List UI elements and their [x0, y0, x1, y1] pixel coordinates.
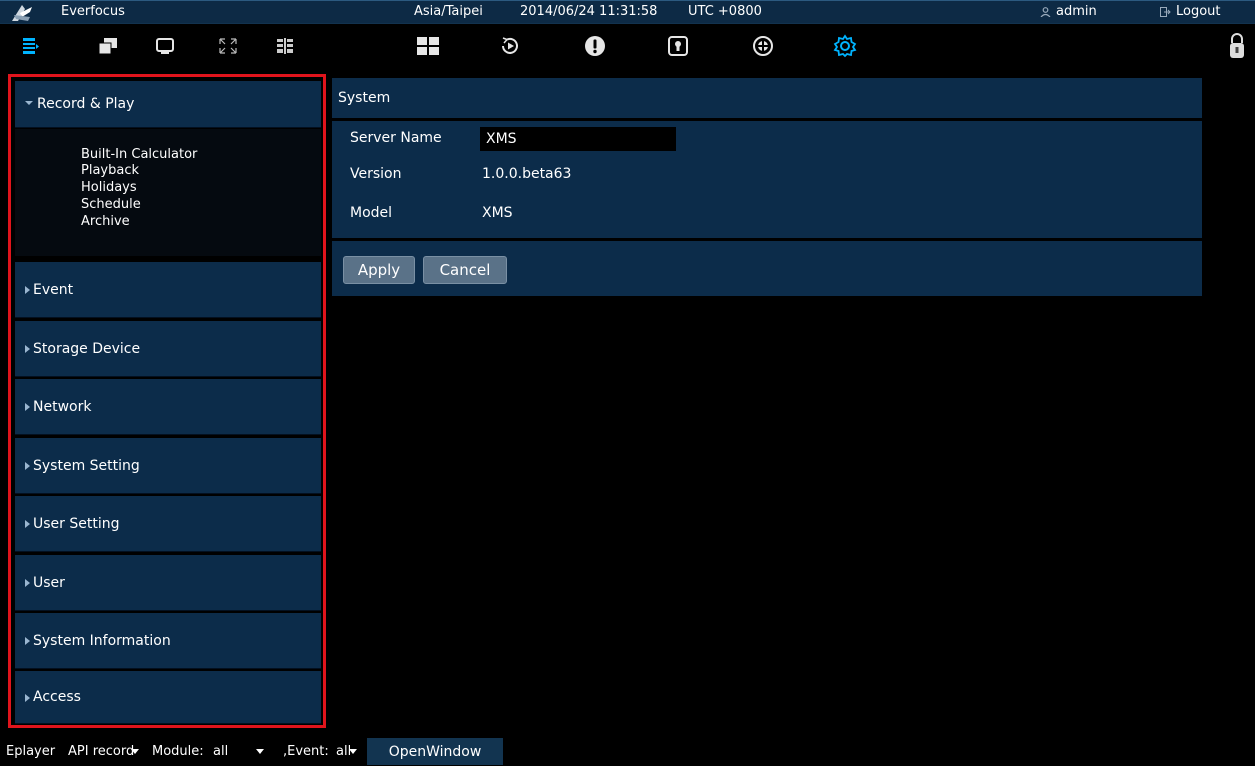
sidebar-item-access[interactable]: Access [15, 671, 321, 724]
action-bar: Apply Cancel [332, 241, 1202, 296]
layout-button[interactable] [272, 34, 298, 58]
server-name-input[interactable] [480, 127, 676, 151]
collapsed-arrow-icon [25, 345, 30, 353]
lock-button[interactable] [665, 34, 691, 58]
device-icon [753, 36, 773, 56]
collapsed-arrow-icon [25, 286, 30, 294]
server-name-label: Server Name [350, 130, 442, 146]
sidebar-item-label: System Setting [33, 458, 140, 474]
sidebar-item-label: User [33, 575, 65, 591]
expanded-arrow-icon [25, 101, 33, 105]
sidebar-item-user[interactable]: User [15, 555, 321, 611]
open-window-button[interactable]: OpenWindow [367, 738, 503, 765]
alert-icon [585, 36, 605, 56]
sidebar-item-storage-device[interactable]: Storage Device [15, 321, 321, 377]
model-value: XMS [482, 205, 513, 221]
monitor-icon [156, 38, 174, 54]
event-select[interactable]: all [336, 738, 358, 765]
windows-icon [98, 38, 117, 55]
menu-list-icon [23, 38, 39, 54]
app-name: Everfocus [61, 4, 125, 19]
sidebar-item-user-setting[interactable]: User Setting [15, 496, 321, 552]
system-form: Server Name Version 1.0.0.beta63 Model X… [332, 121, 1202, 238]
sidebar-item-label: User Setting [33, 516, 120, 532]
api-record-value: API record [68, 744, 135, 759]
user-icon [1040, 6, 1051, 17]
module-select[interactable]: all [213, 738, 265, 765]
sidebar-item-network[interactable]: Network [15, 379, 321, 435]
dropdown-caret-icon [349, 749, 358, 754]
toolbar [0, 24, 1255, 72]
sidebar-item-event[interactable]: Event [15, 262, 321, 318]
dropdown-caret-icon [256, 749, 265, 754]
collapsed-arrow-icon [25, 579, 30, 587]
user-menu[interactable]: admin [1040, 1, 1097, 23]
event-label: ,Event: [283, 744, 329, 759]
bottom-bar: Eplayer API record Module: all ,Event: a… [0, 738, 1255, 765]
module-value: all [213, 744, 229, 759]
collapsed-arrow-icon [25, 403, 30, 411]
sidebar-item-label: Network [33, 399, 92, 415]
fullscreen-button[interactable] [215, 34, 241, 58]
apply-button[interactable]: Apply [343, 256, 415, 284]
submenu-item-archive[interactable]: Archive [81, 214, 130, 230]
settings-icon [833, 34, 857, 58]
sidebar-item-system-information[interactable]: System Information [15, 613, 321, 669]
sidebar-item-label: Storage Device [33, 341, 141, 357]
version-label: Version [350, 166, 402, 182]
version-value: 1.0.0.beta63 [482, 166, 572, 182]
lock-toggle-button[interactable] [1224, 33, 1250, 58]
title-bar: Everfocus Asia/Taipei 2014/06/24 11:31:5… [0, 0, 1255, 24]
collapsed-arrow-icon [25, 462, 30, 470]
collapsed-arrow-icon [25, 637, 30, 645]
collapsed-arrow-icon [25, 693, 30, 702]
module-label: Module: [152, 744, 204, 759]
sidebar-item-system-setting[interactable]: System Setting [15, 438, 321, 494]
device-button[interactable] [750, 34, 776, 58]
system-section-header: System [332, 78, 1202, 118]
logout-label: Logout [1176, 4, 1221, 19]
utc-offset-label: UTC +0800 [688, 4, 762, 19]
windows-button[interactable] [95, 34, 121, 58]
dropdown-caret-icon [131, 749, 140, 754]
username-label: admin [1056, 4, 1097, 19]
playback-button[interactable] [497, 34, 523, 58]
submenu-item-holidays[interactable]: Holidays [81, 180, 137, 196]
record-play-submenu: Built-In Calculator Playback Holidays Sc… [15, 129, 321, 256]
settings-navigation-panel: Record & Play Built-In Calculator Playba… [8, 74, 326, 728]
layout-icon [277, 38, 293, 54]
cancel-button[interactable]: Cancel [423, 256, 507, 284]
monitor-button[interactable] [152, 34, 178, 58]
submenu-item-schedule[interactable]: Schedule [81, 197, 141, 213]
submenu-item-playback[interactable]: Playback [81, 163, 139, 179]
collapsed-arrow-icon [25, 520, 30, 528]
playback-icon [502, 37, 518, 54]
timezone-label: Asia/Taipei [414, 4, 483, 19]
datetime-label: 2014/06/24 11:31:58 [520, 4, 658, 19]
fullscreen-icon [219, 38, 237, 54]
sidebar-item-record-play[interactable]: Record & Play [15, 81, 321, 128]
everfocus-logo-icon [12, 5, 32, 21]
model-label: Model [350, 205, 393, 221]
submenu-item-built-in-calculator[interactable]: Built-In Calculator [81, 147, 197, 163]
sidebar-item-label: Event [33, 282, 74, 298]
padlock-icon [1230, 33, 1244, 58]
grid-layout-icon [417, 37, 439, 55]
logout-button[interactable]: Logout [1160, 1, 1221, 23]
sidebar-item-label: Access [33, 689, 81, 705]
logout-icon [1160, 6, 1171, 17]
alert-button[interactable] [582, 34, 608, 58]
sidebar-item-label: System Information [33, 633, 171, 649]
menu-list-button[interactable] [18, 34, 44, 58]
settings-button[interactable] [832, 34, 858, 58]
lock-icon [668, 36, 688, 56]
eplayer-label: Eplayer [6, 744, 56, 759]
sidebar-item-label: Record & Play [37, 96, 135, 112]
api-record-select[interactable]: API record [68, 738, 140, 765]
grid-layout-button[interactable] [415, 34, 441, 58]
